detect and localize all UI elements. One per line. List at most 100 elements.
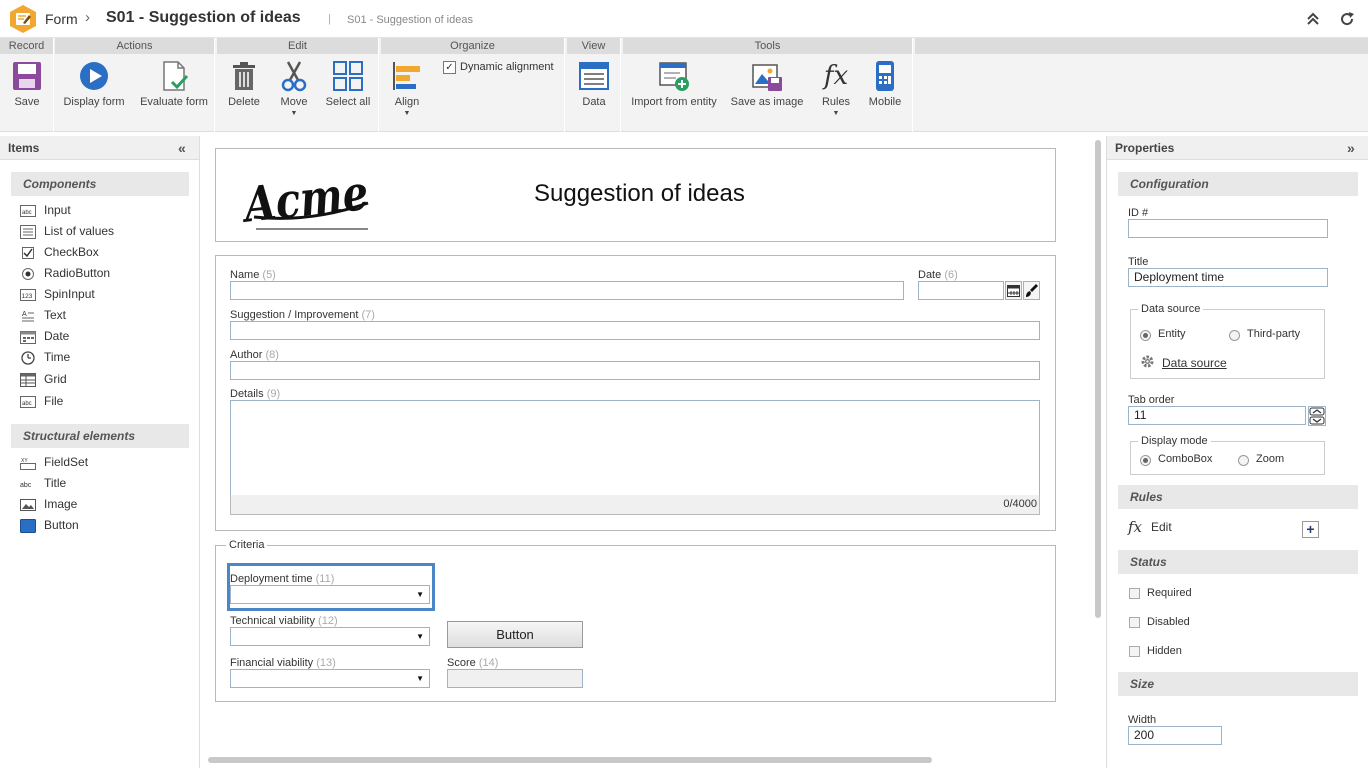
technical-viability-select[interactable]: ▼: [230, 627, 430, 646]
tab-order-input[interactable]: 11: [1128, 406, 1306, 425]
details-label: Details (9): [230, 388, 281, 400]
save-icon: [13, 62, 41, 90]
author-label: Author (8): [230, 349, 279, 361]
add-rule-button[interactable]: +: [1302, 521, 1319, 538]
form-button[interactable]: Button: [447, 621, 583, 648]
breadcrumb-form[interactable]: Form: [45, 11, 78, 27]
component-grid[interactable]: Grid: [20, 369, 67, 389]
import-from-entity-button[interactable]: Import from entity: [629, 60, 719, 108]
component-time[interactable]: Time: [20, 347, 70, 367]
component-spininput[interactable]: 123 SpinInput: [20, 284, 95, 304]
deployment-time-select[interactable]: ▼: [230, 585, 430, 604]
disabled-checkbox[interactable]: [1129, 617, 1140, 628]
component-file[interactable]: abc File: [20, 391, 63, 411]
scissors-icon: [281, 61, 307, 92]
name-input[interactable]: [230, 281, 904, 300]
title-label: Title: [1128, 256, 1149, 268]
structural-button[interactable]: Button: [20, 515, 79, 535]
financial-viability-select[interactable]: ▼: [230, 669, 430, 688]
name-label: Name (5): [230, 269, 276, 281]
date-input[interactable]: [918, 281, 1004, 300]
select-all-label: Select all: [325, 96, 371, 108]
save-as-image-label: Save as image: [730, 96, 804, 108]
grid-icon: [20, 372, 36, 387]
evaluate-form-label: Evaluate form: [140, 96, 208, 108]
canvas-horizontal-scrollbar[interactable]: [208, 757, 932, 763]
component-list-of-values[interactable]: List of values: [20, 221, 114, 241]
refresh-icon[interactable]: [1338, 10, 1356, 28]
canvas-vertical-scrollbar[interactable]: [1095, 140, 1101, 618]
save-as-image-button[interactable]: Save as image: [727, 60, 807, 108]
zoom-radio-label: Zoom: [1256, 453, 1285, 465]
suggestion-label: Suggestion / Improvement (7): [230, 309, 375, 321]
mobile-button[interactable]: Mobile: [865, 60, 905, 108]
component-checkbox[interactable]: CheckBox: [20, 242, 99, 262]
rules-section-header: Rules: [1118, 485, 1358, 509]
trash-icon: [233, 62, 255, 90]
clear-date-button[interactable]: [1023, 281, 1040, 300]
title-input[interactable]: Deployment time: [1128, 268, 1328, 287]
display-form-button[interactable]: Display form: [59, 60, 129, 108]
data-table-icon: [579, 62, 609, 90]
entity-radio[interactable]: [1140, 330, 1151, 341]
author-input[interactable]: [230, 361, 1040, 380]
component-label: List of values: [44, 224, 115, 238]
fieldset-icon: XY: [20, 458, 36, 470]
structural-image[interactable]: Image: [20, 494, 77, 514]
dynamic-alignment-checkbox[interactable]: ✓: [443, 61, 456, 74]
required-label: Required: [1147, 587, 1192, 599]
combobox-radio[interactable]: [1140, 455, 1151, 466]
collapse-left-icon[interactable]: «: [178, 140, 186, 156]
structural-label: Image: [44, 497, 78, 511]
component-text[interactable]: A Text: [20, 305, 66, 325]
technical-viability-label: Technical viability (12): [230, 615, 338, 627]
component-input[interactable]: abc Input: [20, 200, 71, 220]
data-button[interactable]: Data: [573, 60, 615, 108]
move-label: Move: [280, 96, 308, 108]
stepper-arrows-icon: [1309, 407, 1325, 425]
save-button[interactable]: Save: [6, 60, 48, 108]
zoom-radio[interactable]: [1238, 455, 1249, 466]
hidden-checkbox[interactable]: [1129, 646, 1140, 657]
structural-title[interactable]: abc Title: [20, 473, 66, 493]
suggestion-input[interactable]: [230, 321, 1040, 340]
structural-label: Button: [44, 518, 79, 532]
svg-text:abc: abc: [20, 482, 32, 489]
save-image-icon: [752, 64, 782, 91]
calendar-icon: [1007, 285, 1020, 297]
rules-button[interactable]: fx Rules ▼: [815, 60, 857, 117]
third-party-radio[interactable]: [1229, 330, 1240, 341]
collapse-right-icon[interactable]: »: [1347, 140, 1355, 156]
import-from-entity-label: Import from entity: [631, 96, 717, 108]
delete-button[interactable]: Delete: [223, 60, 265, 108]
tab-order-stepper[interactable]: [1308, 406, 1326, 426]
image-icon: [20, 498, 36, 511]
select-all-button[interactable]: Select all: [323, 60, 373, 108]
component-date[interactable]: Date: [20, 326, 69, 346]
dropdown-arrow-icon: ▼: [832, 110, 840, 117]
move-button[interactable]: Move ▼: [273, 60, 315, 117]
ribbon-header-filler: [915, 38, 1368, 54]
ribbon-group-label: View: [567, 38, 620, 54]
evaluate-form-button[interactable]: Evaluate form: [137, 60, 211, 108]
id-input[interactable]: [1128, 219, 1328, 238]
text-icon: A: [22, 311, 34, 322]
items-panel-title: Items: [0, 136, 199, 160]
component-radiobutton[interactable]: RadioButton: [20, 263, 110, 283]
align-button[interactable]: Align ▼: [387, 60, 427, 117]
calendar-picker-button[interactable]: [1005, 281, 1022, 300]
data-source-link[interactable]: Data source: [1162, 356, 1227, 370]
collapse-up-icon[interactable]: [1304, 10, 1322, 28]
component-label: Input: [44, 203, 71, 217]
structural-fieldset[interactable]: XY FieldSet: [20, 452, 88, 472]
details-textarea[interactable]: [230, 400, 1040, 496]
rules-edit-link[interactable]: Edit: [1151, 520, 1172, 534]
component-label: CheckBox: [44, 245, 99, 259]
form-header[interactable]: Acme Suggestion of ideas: [215, 148, 1056, 242]
width-input[interactable]: 200: [1128, 726, 1222, 745]
component-label: Time: [44, 350, 71, 364]
disabled-label: Disabled: [1147, 616, 1190, 628]
required-checkbox[interactable]: [1129, 588, 1140, 599]
score-input[interactable]: [447, 669, 583, 688]
brush-icon: [1026, 284, 1038, 297]
